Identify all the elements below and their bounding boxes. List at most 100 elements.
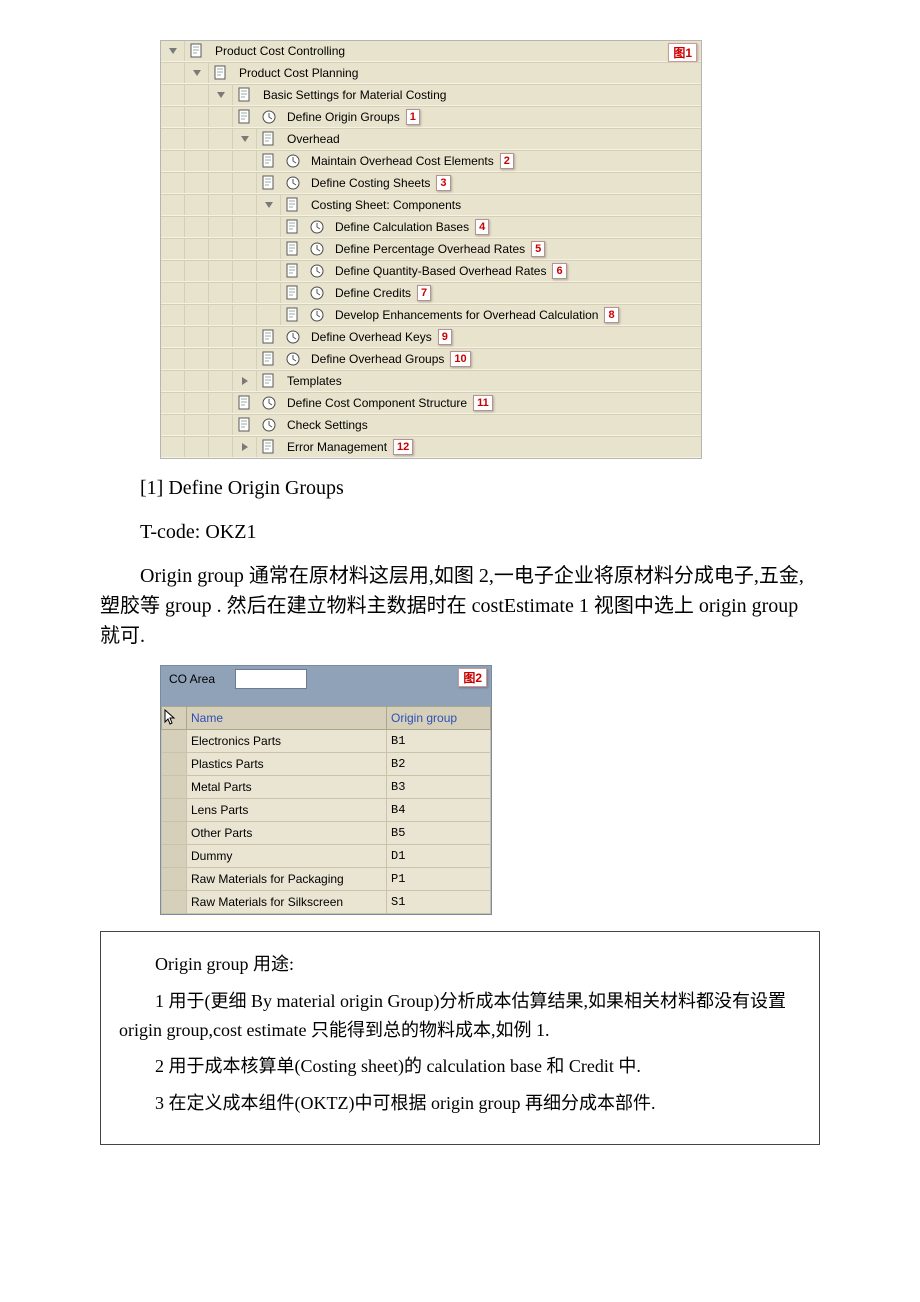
tree-row[interactable]: Define Quantity-Based Overhead Rates 6 [161,260,701,282]
document-icon [257,129,281,149]
tree-label: Define Quantity-Based Overhead Rates [329,264,546,278]
column-header-name[interactable]: Name [187,707,387,730]
tree-label: Define Overhead Keys [305,330,432,344]
tree-label: Define Calculation Bases [329,220,469,234]
row-handle[interactable] [162,822,187,845]
expand-closed-icon[interactable] [242,443,248,451]
row-handle[interactable] [162,753,187,776]
tree-row[interactable]: Define Credits 7 [161,282,701,304]
tree-row[interactable]: Overhead [161,128,701,150]
expand-open-icon[interactable] [193,70,201,76]
activity-icon[interactable] [257,107,281,127]
cell-group[interactable]: B1 [387,730,491,753]
table-row[interactable]: Raw Materials for SilkscreenS1 [162,891,491,914]
document-icon [257,173,281,193]
document-icon [257,151,281,171]
tree-row[interactable]: Basic Settings for Material Costing [161,84,701,106]
cell-name[interactable]: Metal Parts [187,776,387,799]
origin-group-grid[interactable]: Name Origin group Electronics PartsB1Pla… [161,706,491,914]
activity-icon[interactable] [281,349,305,369]
table-row[interactable]: Plastics PartsB2 [162,753,491,776]
notes-item: 1 用于(更细 By material origin Group)分析成本估算结… [119,987,801,1045]
tree-row[interactable]: Define Cost Component Structure 11 [161,392,701,414]
cell-group[interactable]: B4 [387,799,491,822]
tree-label: Costing Sheet: Components [305,198,461,212]
row-handle[interactable] [162,776,187,799]
cell-name[interactable]: Dummy [187,845,387,868]
expand-open-icon[interactable] [265,202,273,208]
cell-group[interactable]: B3 [387,776,491,799]
row-handle[interactable] [162,845,187,868]
cell-group[interactable]: P1 [387,868,491,891]
figure-tag: 图1 [668,43,697,62]
table-row[interactable]: Other PartsB5 [162,822,491,845]
activity-icon[interactable] [257,393,281,413]
cell-name[interactable]: Lens Parts [187,799,387,822]
table-row[interactable]: DummyD1 [162,845,491,868]
expand-open-icon[interactable] [217,92,225,98]
cell-name[interactable]: Raw Materials for Silkscreen [187,891,387,914]
document-icon [257,349,281,369]
activity-icon[interactable] [305,305,329,325]
tree-row[interactable]: Product Cost Planning [161,62,701,84]
document-icon [281,283,305,303]
table-row[interactable]: Metal PartsB3 [162,776,491,799]
tree-row[interactable]: Define Costing Sheets 3 [161,172,701,194]
activity-icon[interactable] [281,151,305,171]
activity-icon[interactable] [305,283,329,303]
column-header-group[interactable]: Origin group [387,707,491,730]
cell-name[interactable]: Raw Materials for Packaging [187,868,387,891]
document-icon [257,371,281,391]
cell-group[interactable]: B5 [387,822,491,845]
tree-row[interactable]: Maintain Overhead Cost Elements 2 [161,150,701,172]
expand-open-icon[interactable] [241,136,249,142]
activity-icon[interactable] [281,173,305,193]
tree-label: Define Credits [329,286,411,300]
activity-icon[interactable] [281,327,305,347]
row-handle[interactable] [162,891,187,914]
document-icon [281,305,305,325]
tree-row[interactable]: Define Percentage Overhead Rates 5 [161,238,701,260]
tree-row[interactable]: Check Settings [161,414,701,436]
expand-open-icon[interactable] [169,48,177,54]
row-handle[interactable] [162,868,187,891]
cell-group[interactable]: S1 [387,891,491,914]
activity-icon[interactable] [305,217,329,237]
img-tree: Product Cost Controlling 图1 Product Cost… [160,40,702,459]
tree-row[interactable]: Define Calculation Bases 4 [161,216,701,238]
table-row[interactable]: Electronics PartsB1 [162,730,491,753]
row-handle[interactable] [162,799,187,822]
callout-number: 8 [604,307,618,323]
tree-row[interactable]: Define Overhead Keys 9 [161,326,701,348]
tree-row[interactable]: Develop Enhancements for Overhead Calcul… [161,304,701,326]
tree-label: Define Cost Component Structure [281,396,467,410]
table-row[interactable]: Lens PartsB4 [162,799,491,822]
tree-label: Product Cost Planning [233,66,358,80]
cell-group[interactable]: D1 [387,845,491,868]
tree-row[interactable]: Error Management 12 [161,436,701,458]
tree-row[interactable]: Define Overhead Groups 10 [161,348,701,370]
callout-number: 9 [438,329,452,345]
document-icon [257,437,281,457]
document-icon [233,85,257,105]
tree-row[interactable]: Templates [161,370,701,392]
cell-name[interactable]: Electronics Parts [187,730,387,753]
activity-icon[interactable] [305,261,329,281]
tree-row[interactable]: Costing Sheet: Components [161,194,701,216]
cell-group[interactable]: B2 [387,753,491,776]
cell-name[interactable]: Other Parts [187,822,387,845]
table-row[interactable]: Raw Materials for PackagingP1 [162,868,491,891]
expand-closed-icon[interactable] [242,377,248,385]
cursor-icon [162,707,187,730]
co-area-input[interactable] [235,669,307,689]
tree-label: Define Overhead Groups [305,352,444,366]
tree-row[interactable]: Define Origin Groups 1 [161,106,701,128]
row-handle[interactable] [162,730,187,753]
callout-number: 10 [450,351,470,367]
document-icon [233,393,257,413]
activity-icon[interactable] [257,415,281,435]
tree-label: Define Percentage Overhead Rates [329,242,525,256]
activity-icon[interactable] [305,239,329,259]
tree-row[interactable]: Product Cost Controlling 图1 [161,41,701,62]
cell-name[interactable]: Plastics Parts [187,753,387,776]
